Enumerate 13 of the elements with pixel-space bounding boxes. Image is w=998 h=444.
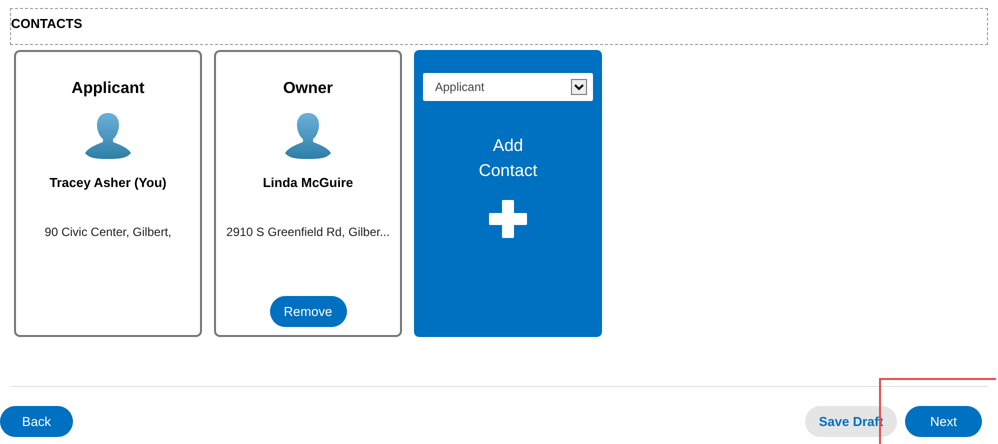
contact-role: Owner	[283, 79, 333, 99]
section-title: CONTACTS	[11, 16, 82, 31]
contact-name: Linda McGuire	[262, 174, 354, 192]
add-contact-label: Add Contact	[478, 135, 538, 182]
remove-button[interactable]: Remove	[270, 296, 346, 327]
next-button[interactable]: Next	[905, 406, 982, 437]
contact-address: 2910 S Greenfield Rd, Gilber...	[226, 224, 390, 240]
contact-role: Applicant	[72, 79, 144, 99]
contact-address: 90 Civic Center, Gilbert,	[44, 224, 172, 240]
contact-name: Tracey Asher (You)	[49, 174, 167, 192]
role-select[interactable]: Applicant	[423, 73, 593, 101]
back-button[interactable]: Back	[0, 406, 73, 437]
add-contact-card[interactable]: Applicant Add Contact	[414, 50, 602, 337]
